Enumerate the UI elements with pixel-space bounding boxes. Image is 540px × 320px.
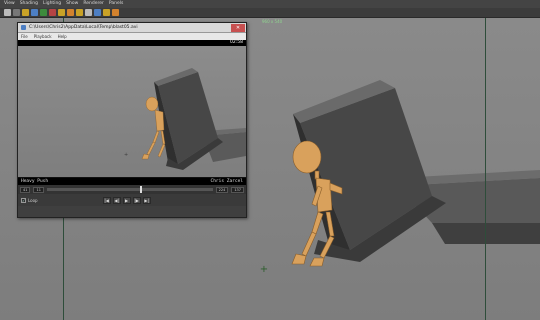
step-forward-button[interactable]: |▶ (132, 196, 141, 204)
loop-checkbox[interactable]: ✓ (21, 197, 26, 203)
end-frame-field[interactable]: 11 (33, 186, 44, 193)
video-caption-bar: Heavy Push Chris Zarcel (18, 178, 246, 185)
media-player-icon (21, 25, 26, 30)
snap-curve-icon[interactable] (67, 9, 74, 16)
scale-icon[interactable] (49, 9, 56, 16)
paint-icon[interactable] (22, 9, 29, 16)
playback-slider-thumb[interactable] (139, 186, 142, 193)
transport-controls: ✓ Loop |◀ ◀| ▶ |▶ ▶| (18, 194, 246, 206)
playblast-titlebar[interactable]: C:\Users\Chris2\AppData\Local\Temp\blast… (18, 23, 246, 33)
playback-slider[interactable] (46, 186, 213, 193)
playback-slider-row: 41 11 224 137 (18, 185, 246, 194)
caption-title: Heavy Push (21, 179, 49, 184)
hypershade-icon[interactable] (112, 9, 119, 16)
transport-buttons: |◀ ◀| ▶ |▶ ▶| (102, 196, 151, 204)
panel-toolbar (0, 8, 540, 18)
go-to-end-button[interactable]: ▶| (142, 196, 151, 204)
render-icon[interactable] (85, 9, 92, 16)
resolution-label: 960 x 540 (262, 19, 283, 24)
panel-menubar: View Shading Lighting Show Renderer Pane… (0, 0, 540, 8)
start-frame-field[interactable]: 41 (20, 186, 31, 193)
ipr-icon[interactable] (94, 9, 101, 16)
total-frames-field[interactable]: 137 (231, 186, 244, 193)
menu-playback[interactable]: Playback (34, 34, 52, 39)
video-scene: + (124, 68, 246, 170)
current-frame-field[interactable]: 224 (215, 186, 229, 193)
render-settings-icon[interactable] (103, 9, 110, 16)
menu-file[interactable]: File (21, 34, 28, 39)
timecode: 02:58 (230, 40, 243, 45)
playblast-window[interactable]: C:\Users\Chris2\AppData\Local\Temp\blast… (17, 22, 247, 218)
pb-crosshair-icon: + (124, 152, 128, 158)
rotate-icon[interactable] (40, 9, 47, 16)
snap-point-icon[interactable] (76, 9, 83, 16)
menu-show[interactable]: Show (66, 0, 78, 8)
go-to-start-button[interactable]: |◀ (102, 196, 111, 204)
crosshair-icon: + (259, 264, 269, 275)
playblast-menubar: File Playback Help (18, 33, 246, 40)
close-button[interactable]: ✕ (231, 23, 245, 32)
play-button[interactable]: ▶ (122, 196, 131, 204)
menu-panels[interactable]: Panels (109, 0, 123, 8)
playblast-title: C:\Users\Chris2\AppData\Local\Temp\blast… (29, 25, 138, 30)
menu-help[interactable]: Help (58, 34, 67, 39)
menu-lighting[interactable]: Lighting (43, 0, 61, 8)
viewport-panel: View Shading Lighting Show Renderer Pane… (0, 0, 540, 320)
caption-author: Chris Zarcel (210, 179, 243, 184)
menu-view[interactable]: View (4, 0, 15, 8)
snap-grid-icon[interactable] (58, 9, 65, 16)
menu-renderer[interactable]: Renderer (83, 0, 104, 8)
select-icon[interactable] (4, 9, 11, 16)
menu-shading[interactable]: Shading (20, 0, 38, 8)
video-frame: + (18, 46, 246, 178)
move-icon[interactable] (31, 9, 38, 16)
loop-label: Loop (28, 197, 38, 203)
loop-toggle[interactable]: ✓ Loop (21, 197, 38, 203)
lasso-icon[interactable] (13, 9, 20, 16)
step-back-button[interactable]: ◀| (112, 196, 121, 204)
